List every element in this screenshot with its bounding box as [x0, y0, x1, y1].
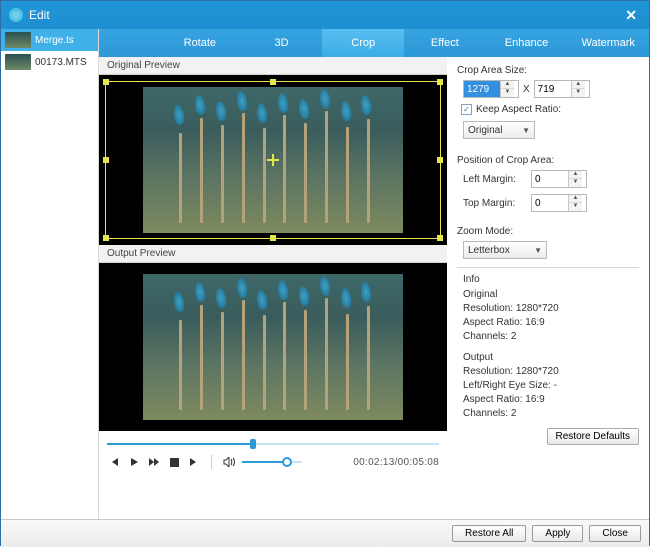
crop-width-input[interactable]: ▲▼ [463, 80, 519, 98]
volume-icon[interactable] [222, 455, 236, 469]
volume-slider[interactable] [242, 455, 302, 469]
left-margin-field[interactable] [532, 171, 568, 187]
tab-enhance[interactable]: Enhance [486, 29, 568, 57]
spin-up-icon[interactable]: ▲ [572, 81, 585, 89]
keep-aspect-checkbox[interactable]: ✓ Keep Aspect Ratio: [461, 104, 639, 115]
position-label: Position of Crop Area: [457, 155, 639, 166]
spin-up-icon[interactable]: ▲ [501, 81, 514, 89]
output-preview [99, 263, 447, 431]
file-name: 00173.MTS [35, 57, 87, 68]
crop-width-field[interactable] [464, 81, 500, 97]
apply-button[interactable]: Apply [532, 525, 583, 542]
window-title: Edit [29, 8, 50, 22]
play-icon[interactable] [127, 455, 141, 469]
fast-forward-icon[interactable] [147, 455, 161, 469]
app-icon [9, 8, 23, 22]
zoom-mode-value: Letterbox [468, 245, 510, 256]
skip-forward-icon[interactable] [187, 455, 201, 469]
titlebar: Edit ✕ [1, 1, 649, 29]
preview-column: Original Preview [99, 57, 447, 519]
left-margin-input[interactable]: ▲▼ [531, 170, 587, 188]
zoom-mode-label: Zoom Mode: [457, 226, 639, 237]
file-thumbnail [5, 54, 31, 70]
video-frame [143, 87, 403, 233]
original-preview[interactable] [99, 75, 447, 245]
x-label: X [523, 84, 530, 95]
chevron-down-icon: ▼ [522, 126, 530, 135]
spin-up-icon[interactable]: ▲ [569, 171, 582, 179]
original-preview-label: Original Preview [99, 57, 447, 75]
tab-bar: Rotate 3D Crop Effect Enhance Watermark [99, 29, 649, 57]
close-icon[interactable]: ✕ [621, 7, 641, 24]
file-sidebar: Merge.ts 00173.MTS [1, 29, 99, 519]
top-margin-label: Top Margin: [463, 198, 527, 209]
sidebar-item-00173[interactable]: 00173.MTS [1, 51, 98, 73]
crop-height-input[interactable]: ▲▼ [534, 80, 590, 98]
crop-height-field[interactable] [535, 81, 571, 97]
tab-rotate[interactable]: Rotate [159, 29, 241, 57]
tab-effect[interactable]: Effect [404, 29, 486, 57]
top-margin-input[interactable]: ▲▼ [531, 194, 587, 212]
info-heading: Info [457, 274, 639, 285]
info-output-heading: Output [457, 352, 639, 363]
stop-icon[interactable] [167, 455, 181, 469]
spin-down-icon[interactable]: ▼ [569, 179, 582, 187]
file-name: Merge.ts [35, 35, 74, 46]
chevron-down-icon: ▼ [534, 246, 542, 255]
zoom-mode-select[interactable]: Letterbox ▼ [463, 241, 547, 259]
output-preview-label: Output Preview [99, 245, 447, 263]
info-original-heading: Original [457, 289, 639, 300]
top-margin-field[interactable] [532, 195, 568, 211]
spin-up-icon[interactable]: ▲ [569, 195, 582, 203]
left-margin-label: Left Margin: [463, 174, 527, 185]
spin-down-icon[interactable]: ▼ [572, 89, 585, 97]
crop-settings-panel: Crop Area Size: ▲▼ X ▲▼ ✓ Keep Aspect Ra… [447, 57, 649, 519]
aspect-value: Original [468, 125, 502, 136]
crop-size-label: Crop Area Size: [457, 65, 639, 76]
video-frame [143, 274, 403, 420]
spin-down-icon[interactable]: ▼ [569, 203, 582, 211]
skip-back-icon[interactable] [107, 455, 121, 469]
restore-defaults-button[interactable]: Restore Defaults [547, 428, 639, 445]
file-thumbnail [5, 32, 31, 48]
keep-aspect-label: Keep Aspect Ratio: [476, 104, 561, 115]
aspect-select[interactable]: Original ▼ [463, 121, 535, 139]
spin-down-icon[interactable]: ▼ [501, 89, 514, 97]
seek-slider[interactable] [107, 437, 439, 451]
footer: Restore All Apply Close [1, 519, 649, 547]
tab-watermark[interactable]: Watermark [567, 29, 649, 57]
sidebar-item-merge[interactable]: Merge.ts [1, 29, 98, 51]
tab-crop[interactable]: Crop [322, 29, 404, 57]
restore-all-button[interactable]: Restore All [452, 525, 526, 542]
close-button[interactable]: Close [589, 525, 641, 542]
checkbox-icon: ✓ [461, 104, 472, 115]
tab-3d[interactable]: 3D [241, 29, 323, 57]
transport-controls: 00:02:13/00:05:08 [99, 431, 447, 471]
time-display: 00:02:13/00:05:08 [353, 457, 439, 468]
